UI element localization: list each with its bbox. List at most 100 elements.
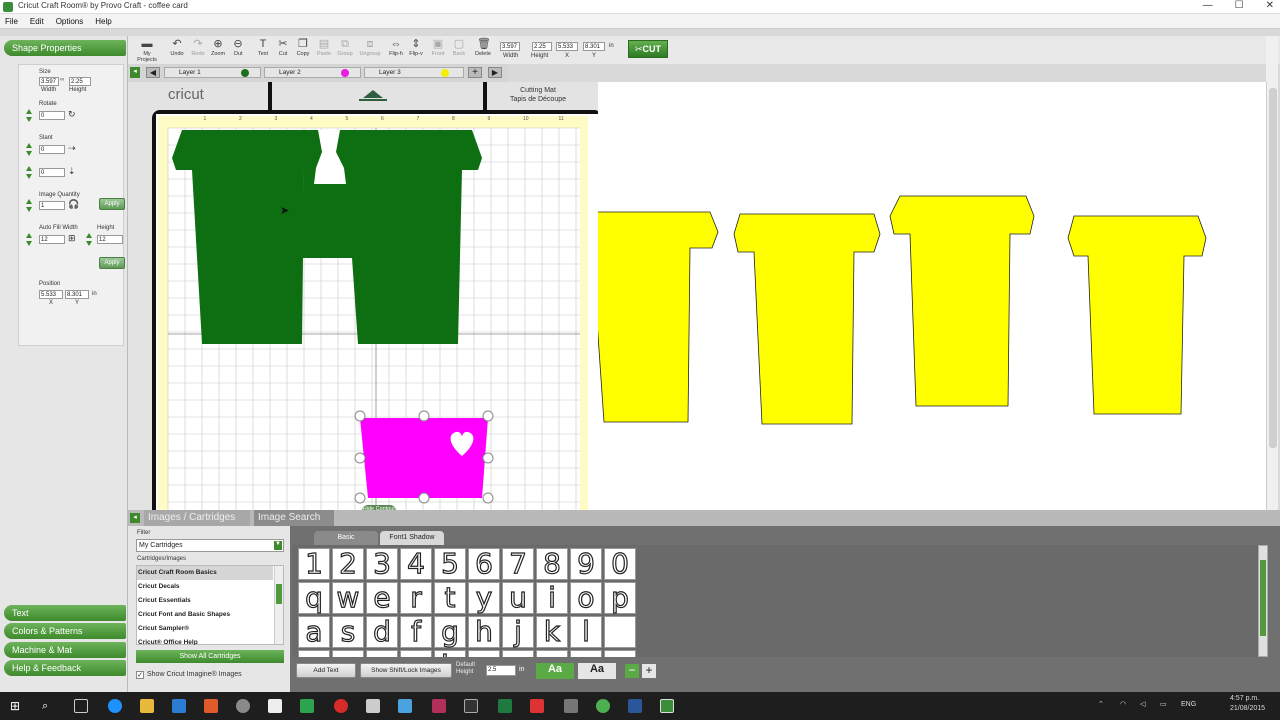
glyph-tile[interactable]: 9 (570, 548, 602, 580)
toolbar-width-input[interactable]: 3.597 (500, 42, 520, 51)
glyph-tile[interactable]: a (298, 616, 330, 648)
glyph-tile[interactable] (604, 616, 636, 648)
menu-help[interactable]: Help (95, 17, 111, 26)
monitor-icon[interactable] (564, 699, 578, 713)
slant-vertical-icon[interactable]: ⇣ (68, 166, 76, 177)
size-height-input[interactable]: 2.25 (69, 77, 91, 86)
glyph-tile[interactable]: m (502, 650, 534, 657)
cartridge-item[interactable]: Cricut® Office Help (138, 639, 198, 645)
glyph-tile[interactable]: i (536, 582, 568, 614)
tab-basic[interactable]: Basic (314, 531, 378, 545)
glyph-tile[interactable]: h (468, 616, 500, 648)
glyph-tile[interactable]: 8 (536, 548, 568, 580)
search-icon[interactable]: ⌕ (42, 699, 56, 713)
chevron-down-icon[interactable]: ▼ (274, 541, 282, 550)
glyph-tile[interactable] (536, 650, 568, 657)
position-x-input[interactable]: 5.533 (39, 290, 63, 299)
my-projects-button[interactable]: ▬ My Projects (136, 38, 158, 63)
glyph-tile[interactable]: x (332, 650, 364, 657)
glyph-tile[interactable]: z (298, 650, 330, 657)
minimize-button[interactable]: — (1203, 0, 1213, 11)
layer-2[interactable]: Layer 2 (264, 67, 361, 78)
flip-horizontal-button[interactable]: ⇔ Flip-h (385, 38, 407, 57)
bring-front-button[interactable]: ▣ Front (427, 38, 449, 57)
tab-font1-shadow[interactable]: Font1 Shadow (380, 531, 444, 545)
glyph-tile[interactable]: 6 (468, 548, 500, 580)
excel-icon[interactable] (498, 699, 512, 713)
scroll-thumb[interactable] (1269, 88, 1277, 448)
apply-quantity-button[interactable]: Apply (99, 198, 125, 210)
layer-1-color[interactable] (241, 69, 249, 77)
size-width-input[interactable]: 3.597 (39, 77, 59, 86)
tab-images-cartridges[interactable]: Images / Cartridges (144, 510, 250, 526)
show-shift-lock-button[interactable]: Show Shift/Lock Images (360, 663, 452, 678)
chrome-icon[interactable] (596, 699, 610, 713)
menu-edit[interactable]: Edit (30, 17, 44, 26)
rotate-input[interactable]: 0 (39, 111, 65, 120)
help-feedback-tab[interactable]: Help & Feedback (4, 660, 126, 676)
font-style-outline-button[interactable]: Aa (578, 663, 616, 679)
glyph-tile[interactable]: f (400, 616, 432, 648)
autofill-width-input[interactable]: 12 (39, 235, 65, 244)
layer-3[interactable]: Layer 3 (364, 67, 464, 78)
slant-spinner-1[interactable] (26, 143, 32, 157)
collapse-panel-button[interactable]: ◂ (130, 67, 140, 78)
paint-icon[interactable] (204, 699, 218, 713)
glyph-tile[interactable]: 5 (434, 548, 466, 580)
layer-3-color[interactable] (441, 69, 449, 77)
glyph-tile[interactable]: c (366, 650, 398, 657)
slant-spinner-2[interactable] (26, 166, 32, 180)
toolbar-y-input[interactable]: 8.301 (583, 42, 605, 51)
app-icon-blue[interactable] (398, 699, 412, 713)
zoom-in-glyphs-button[interactable]: + (642, 664, 656, 678)
layer-1[interactable]: Layer 1 (164, 67, 261, 78)
glyph-tile[interactable]: 0 (604, 548, 636, 580)
layer-next-button[interactable]: ▶ (488, 67, 502, 78)
glyph-tile[interactable]: l (570, 616, 602, 648)
maximize-button[interactable]: ☐ (1235, 0, 1244, 11)
document-icon[interactable] (268, 699, 282, 713)
glyph-tile[interactable]: 7 (502, 548, 534, 580)
glyph-tile[interactable]: 4 (400, 548, 432, 580)
tab-image-search[interactable]: Image Search (254, 510, 334, 526)
shape-properties-tab[interactable]: Shape Properties (4, 40, 126, 56)
download-icon[interactable] (530, 699, 544, 713)
add-text-button[interactable]: Add Text (296, 663, 356, 678)
close-button[interactable]: ✕ (1266, 0, 1274, 11)
filter-select[interactable]: My Cartridges (136, 539, 284, 552)
menu-options[interactable]: Options (56, 17, 84, 26)
glyph-tile[interactable]: e (366, 582, 398, 614)
toolbar-x-input[interactable]: 5.533 (556, 42, 578, 51)
glyph-tile[interactable]: v (400, 650, 432, 657)
zoom-in-button[interactable]: ⊕ Zoom (207, 38, 229, 57)
apply-autofill-button[interactable]: Apply (99, 257, 125, 269)
language-indicator[interactable]: ENG (1181, 701, 1196, 708)
app-icon-gray[interactable] (236, 699, 250, 713)
glyph-tile[interactable]: u (502, 582, 534, 614)
font-style-regular-button[interactable]: Aa (536, 663, 574, 679)
word-icon[interactable] (628, 699, 642, 713)
flip-vertical-button[interactable]: ⇕ Flip-v (405, 38, 427, 57)
cartridge-item[interactable]: Cricut Sampler® (138, 625, 189, 632)
notification-icon[interactable]: ▭ (1160, 700, 1167, 708)
cartridge-item[interactable]: Cricut Craft Room Basics (138, 569, 217, 576)
add-layer-button[interactable]: + (468, 67, 482, 78)
group-button[interactable]: ⧉ Group (334, 38, 356, 57)
glyph-tile[interactable] (570, 650, 602, 657)
glyph-tile[interactable]: k (536, 616, 568, 648)
cut-button-main[interactable]: ✂CUT (628, 40, 668, 58)
send-back-button[interactable]: ▢ Back (448, 38, 470, 57)
cricut-taskbar-icon[interactable] (660, 699, 674, 713)
link-icon[interactable]: ∞ (60, 77, 64, 83)
rotate-spinner[interactable] (26, 109, 32, 123)
green-cup-image[interactable] (172, 128, 492, 352)
glyph-tile[interactable]: s (332, 616, 364, 648)
text-tab[interactable]: Text (4, 605, 126, 621)
power-icon[interactable] (334, 699, 348, 713)
glyph-tile[interactable]: d (366, 616, 398, 648)
image-quantity-input[interactable]: 1 (39, 201, 65, 210)
glyph-tile[interactable]: 2 (332, 548, 364, 580)
zoom-out-glyphs-button[interactable]: − (625, 664, 639, 678)
edge-icon[interactable] (108, 699, 122, 713)
text-button[interactable]: T Text (252, 38, 274, 57)
